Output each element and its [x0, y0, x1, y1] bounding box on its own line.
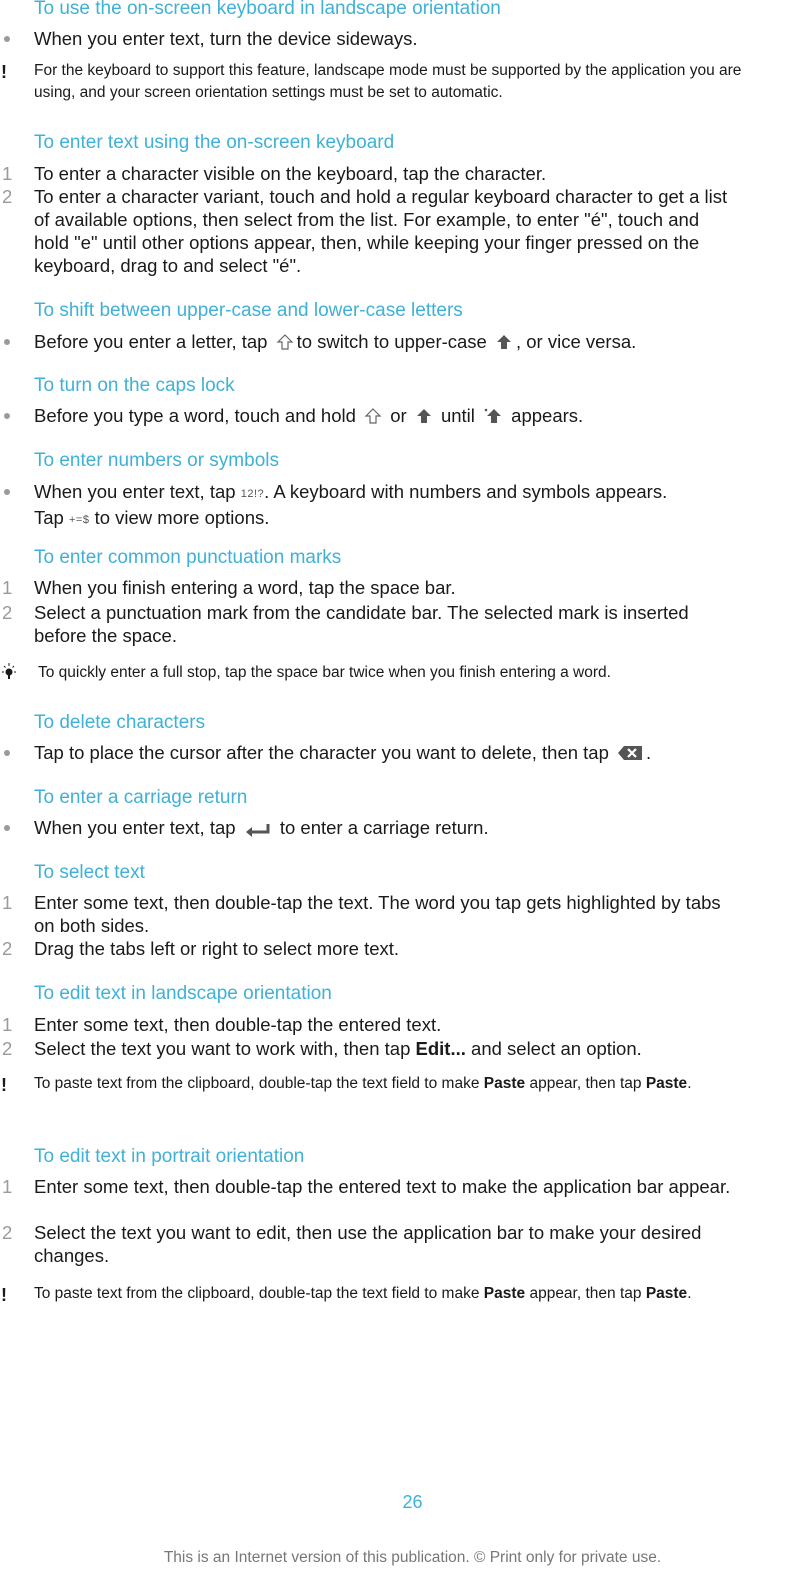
exclamation-icon: ! [1, 1075, 7, 1095]
shift-filled-icon [496, 335, 511, 349]
page-number: 26 [402, 1492, 423, 1512]
bullet-icon [4, 413, 10, 419]
edit-menu-label: Edit... [415, 1038, 466, 1059]
enter-key-icon [245, 824, 270, 837]
section-heading: To enter common punctuation marks [34, 547, 342, 568]
section-heading: To use the on-screen keyboard in landsca… [34, 0, 501, 19]
footer-notice: This is an Internet version of this publ… [163, 1549, 662, 1566]
bullet-icon [4, 36, 10, 42]
paste-label: Paste [645, 1285, 688, 1302]
section-heading: To select text [34, 862, 145, 883]
section-heading: To edit text in portrait orientation [34, 1146, 305, 1167]
section-heading: To enter text using the on-screen keyboa… [34, 132, 395, 153]
section-heading: To edit text in landscape orientation [34, 983, 332, 1004]
section-heading: To turn on the caps lock [34, 375, 235, 396]
backspace-icon [618, 746, 643, 760]
section-heading: To delete characters [34, 712, 206, 733]
bullet-icon [4, 825, 10, 831]
shift-outline-icon [364, 408, 382, 424]
paste-label: Paste [645, 1075, 688, 1092]
exclamation-icon: ! [1, 62, 7, 82]
bullet-icon [4, 750, 10, 756]
bullet-icon [4, 339, 10, 345]
shift-filled-icon [416, 409, 431, 423]
numbers-symbols-key-icon: 12!? [240, 488, 265, 500]
bullet-icon [4, 489, 10, 495]
exclamation-icon: ! [1, 1285, 7, 1305]
more-symbols-key-icon: +=$ [68, 514, 90, 526]
caps-lock-icon [484, 408, 502, 423]
paste-label: Paste [483, 1075, 526, 1092]
paste-label: Paste [483, 1285, 526, 1302]
section-heading: To shift between upper-case and lower-ca… [34, 300, 463, 321]
shift-outline-icon [276, 334, 294, 350]
section-heading: To enter a carriage return [34, 787, 248, 808]
lightbulb-icon [2, 663, 16, 679]
section-heading: To enter numbers or symbols [34, 450, 279, 471]
